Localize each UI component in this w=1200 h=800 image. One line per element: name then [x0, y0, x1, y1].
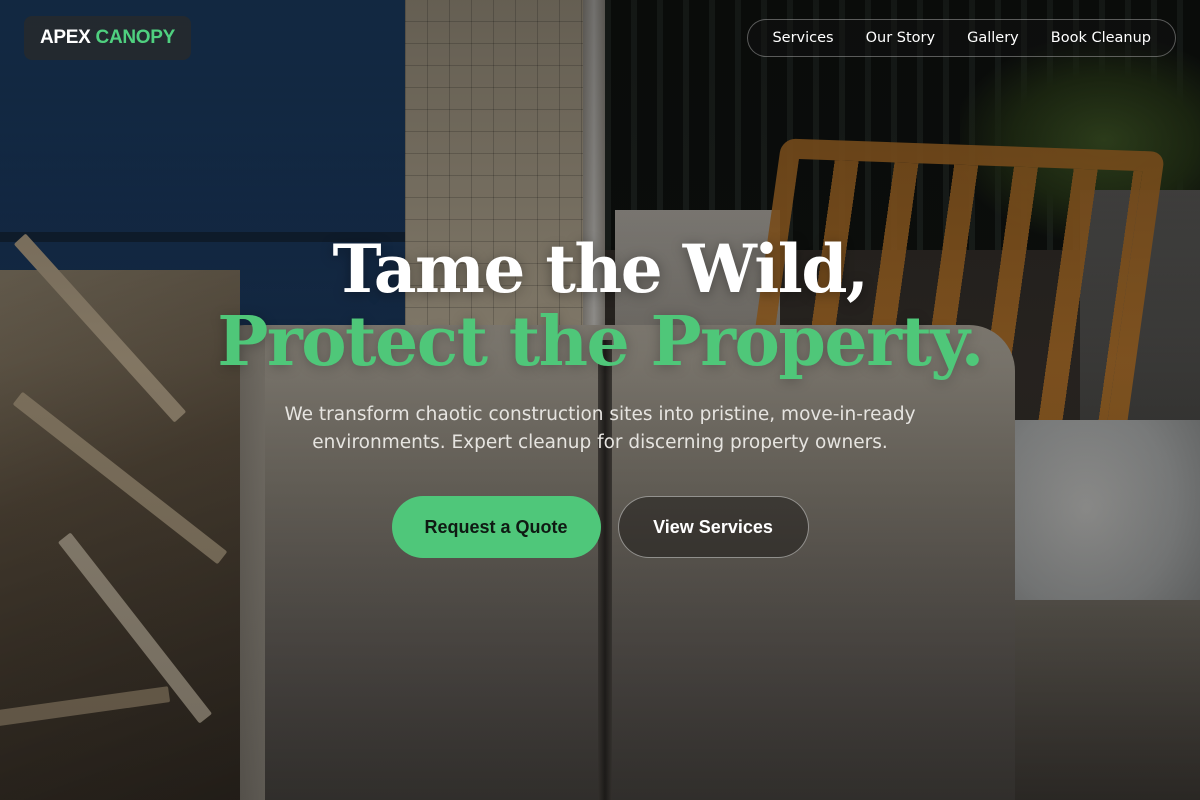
- nav-link-services[interactable]: Services: [772, 30, 833, 46]
- brand-logo[interactable]: APEX CANOPY: [24, 16, 192, 60]
- request-quote-button[interactable]: Request a Quote: [391, 496, 601, 558]
- nav-link-our-story[interactable]: Our Story: [866, 30, 935, 46]
- hero-title-line-1: Tame the Wild,: [332, 230, 869, 308]
- nav-link-gallery[interactable]: Gallery: [967, 30, 1019, 46]
- view-services-button[interactable]: View Services: [617, 496, 809, 558]
- main-nav: Services Our Story Gallery Book Cleanup: [747, 19, 1176, 57]
- hero-subtitle: We transform chaotic construction sites …: [284, 404, 916, 453]
- hero-cta-group: Request a Quote View Services: [0, 496, 1200, 558]
- hero-content: Tame the Wild, Protect the Property. We …: [0, 236, 1200, 558]
- brand-word-1: APEX: [40, 27, 91, 48]
- hero-title-line-2: Protect the Property.: [217, 302, 984, 382]
- nav-link-book-cleanup[interactable]: Book Cleanup: [1051, 30, 1151, 46]
- hero-title: Tame the Wild, Protect the Property.: [0, 236, 1200, 376]
- brand-word-2: CANOPY: [95, 27, 176, 48]
- hero-section: APEX CANOPY Services Our Story Gallery B…: [0, 0, 1200, 800]
